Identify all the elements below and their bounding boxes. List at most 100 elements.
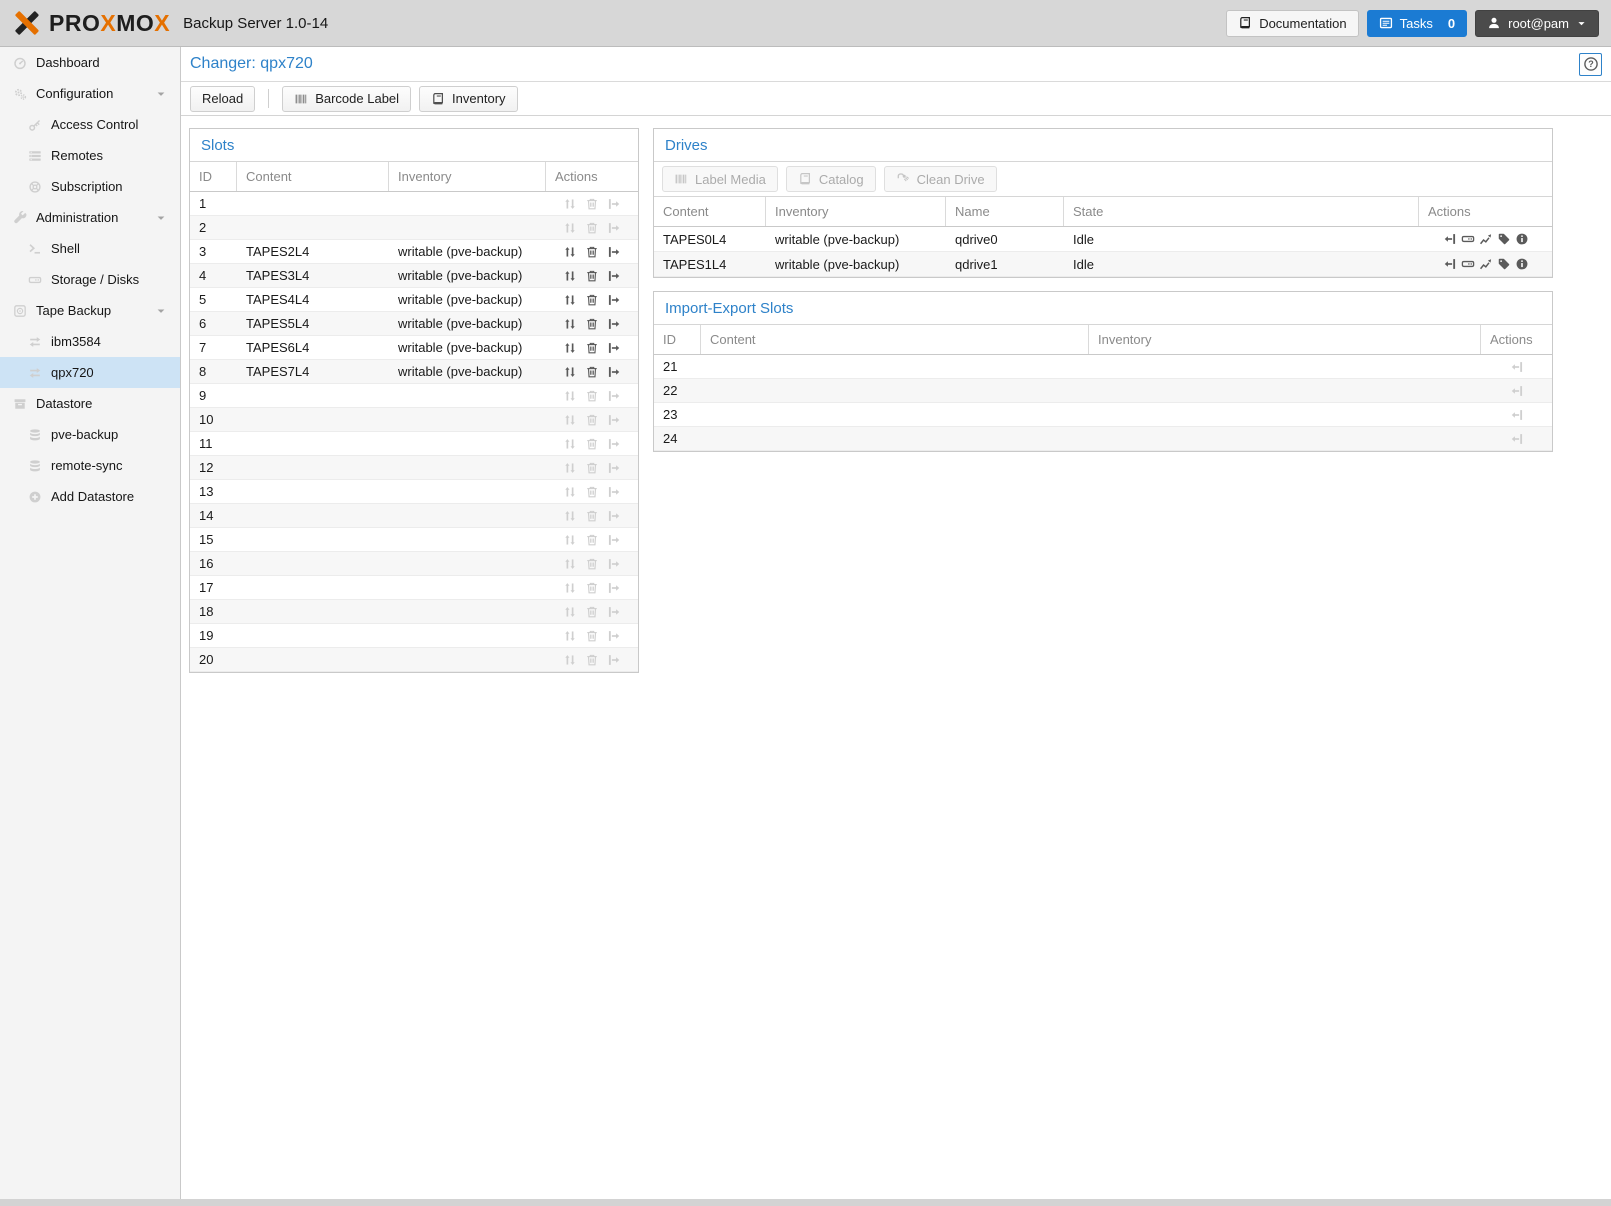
user-menu-button[interactable]: root@pam [1475, 10, 1599, 37]
export-icon[interactable] [607, 341, 621, 355]
drive-row[interactable]: TAPES0L4writable (pve-backup)qdrive0Idle [654, 227, 1552, 252]
slot-row[interactable]: 2 [190, 216, 638, 240]
unload-icon[interactable] [1443, 257, 1457, 271]
drive-icon[interactable] [1461, 257, 1475, 271]
drive-icon[interactable] [1461, 232, 1475, 246]
column-header-actions[interactable]: Actions [1481, 325, 1552, 354]
trash-icon[interactable] [585, 341, 599, 355]
sidebar-item-qpx720[interactable]: qpx720 [0, 357, 180, 388]
slot-row[interactable]: 20 [190, 648, 638, 672]
slot-row[interactable]: 17 [190, 576, 638, 600]
slot-row[interactable]: 10 [190, 408, 638, 432]
column-header-content[interactable]: Content [701, 325, 1089, 354]
sidebar-item-pve-backup[interactable]: pve-backup [0, 419, 180, 450]
sidebar-item-add-datastore[interactable]: Add Datastore [0, 481, 180, 512]
tag-icon[interactable] [1497, 257, 1511, 271]
export-icon[interactable] [607, 317, 621, 331]
slot-row[interactable]: 3TAPES2L4writable (pve-backup) [190, 240, 638, 264]
info-icon[interactable] [1515, 257, 1529, 271]
trash-icon[interactable] [585, 365, 599, 379]
chart-line-icon[interactable] [1479, 257, 1493, 271]
export-icon[interactable] [607, 365, 621, 379]
tag-icon[interactable] [1497, 232, 1511, 246]
import-export-slot-row[interactable]: 22 [654, 379, 1552, 403]
slot-row[interactable]: 11 [190, 432, 638, 456]
column-header-state[interactable]: State [1064, 197, 1419, 226]
import-export-slot-row[interactable]: 24 [654, 427, 1552, 451]
sidebar-item-remote-sync[interactable]: remote-sync [0, 450, 180, 481]
transfer-icon [563, 605, 577, 619]
collapse-caret-icon[interactable] [155, 212, 167, 224]
column-header-inventory[interactable]: Inventory [766, 197, 946, 226]
column-header-content[interactable]: Content [237, 162, 389, 191]
export-icon[interactable] [607, 293, 621, 307]
unload-icon[interactable] [1443, 232, 1457, 246]
transfer-icon[interactable] [563, 365, 577, 379]
slot-row[interactable]: 5TAPES4L4writable (pve-backup) [190, 288, 638, 312]
slot-row[interactable]: 19 [190, 624, 638, 648]
trash-icon[interactable] [585, 245, 599, 259]
sidebar-item-administration[interactable]: Administration [0, 202, 180, 233]
slot-row[interactable]: 13 [190, 480, 638, 504]
table-cell: 18 [190, 604, 237, 619]
slot-row[interactable]: 4TAPES3L4writable (pve-backup) [190, 264, 638, 288]
sidebar-item-ibm3584[interactable]: ibm3584 [0, 326, 180, 357]
transfer-icon[interactable] [563, 269, 577, 283]
column-header-name[interactable]: Name [946, 197, 1064, 226]
import-export-slot-row[interactable]: 23 [654, 403, 1552, 427]
slot-row[interactable]: 1 [190, 192, 638, 216]
sidebar-item-access-control[interactable]: Access Control [0, 109, 180, 140]
sidebar-item-datastore[interactable]: Datastore [0, 388, 180, 419]
column-header-inventory[interactable]: Inventory [389, 162, 546, 191]
inventory-button[interactable]: Inventory [419, 86, 517, 112]
import-export-slot-row[interactable]: 21 [654, 355, 1552, 379]
tasks-icon [1379, 16, 1393, 30]
drives-toolbar: Label Media Catalog Clean Drive [654, 162, 1552, 197]
reload-button[interactable]: Reload [190, 86, 255, 112]
sidebar-item-tape-backup[interactable]: Tape Backup [0, 295, 180, 326]
column-header-id[interactable]: ID [654, 325, 701, 354]
slot-row[interactable]: 15 [190, 528, 638, 552]
help-button[interactable]: ? [1579, 53, 1602, 76]
slot-row[interactable]: 6TAPES5L4writable (pve-backup) [190, 312, 638, 336]
transfer-icon[interactable] [563, 317, 577, 331]
column-header-content[interactable]: Content [654, 197, 766, 226]
transfer-icon[interactable] [563, 341, 577, 355]
trash-icon[interactable] [585, 317, 599, 331]
column-header-id[interactable]: ID [190, 162, 237, 191]
slot-row[interactable]: 9 [190, 384, 638, 408]
info-icon[interactable] [1515, 232, 1529, 246]
tasks-button[interactable]: Tasks 0 [1367, 10, 1467, 37]
key-icon [28, 118, 42, 132]
trash-icon[interactable] [585, 293, 599, 307]
slot-row[interactable]: 14 [190, 504, 638, 528]
export-icon[interactable] [607, 269, 621, 283]
slot-row[interactable]: 16 [190, 552, 638, 576]
book-icon [798, 172, 812, 186]
barcode-label-button[interactable]: Barcode Label [282, 86, 411, 112]
documentation-button[interactable]: Documentation [1226, 10, 1358, 37]
slot-row[interactable]: 8TAPES7L4writable (pve-backup) [190, 360, 638, 384]
transfer-icon[interactable] [563, 245, 577, 259]
sidebar-item-shell[interactable]: Shell [0, 233, 180, 264]
collapse-caret-icon[interactable] [155, 88, 167, 100]
sidebar-item-storage-disks[interactable]: Storage / Disks [0, 264, 180, 295]
slot-row[interactable]: 12 [190, 456, 638, 480]
drive-row[interactable]: TAPES1L4writable (pve-backup)qdrive1Idle [654, 252, 1552, 277]
column-header-inventory[interactable]: Inventory [1089, 325, 1481, 354]
collapse-caret-icon[interactable] [155, 305, 167, 317]
transfer-icon[interactable] [563, 293, 577, 307]
chart-line-icon[interactable] [1479, 232, 1493, 246]
sidebar-item-remotes[interactable]: Remotes [0, 140, 180, 171]
trash-icon[interactable] [585, 269, 599, 283]
column-header-actions[interactable]: Actions [546, 162, 638, 191]
export-icon[interactable] [607, 245, 621, 259]
slot-row[interactable]: 18 [190, 600, 638, 624]
column-header-actions[interactable]: Actions [1419, 197, 1552, 226]
sidebar-item-configuration[interactable]: Configuration [0, 78, 180, 109]
sidebar-item-subscription[interactable]: Subscription [0, 171, 180, 202]
sidebar-item-dashboard[interactable]: Dashboard [0, 47, 180, 78]
slot-row[interactable]: 7TAPES6L4writable (pve-backup) [190, 336, 638, 360]
actions-cell [1481, 384, 1552, 398]
table-cell: 2 [190, 220, 237, 235]
